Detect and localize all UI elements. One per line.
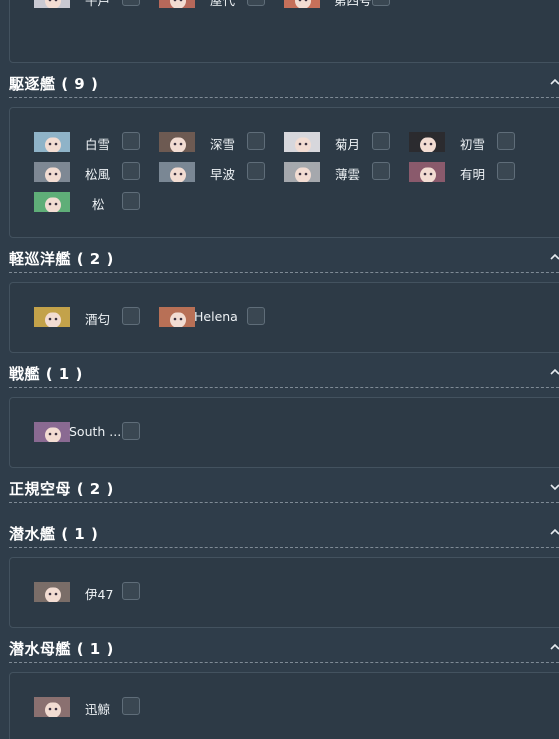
ship-avatar [284, 0, 320, 8]
chevron-down-icon[interactable] [549, 481, 559, 493]
ship-name: 伊47 [85, 587, 114, 602]
ship-name: 酒匂 [85, 312, 111, 327]
ship-item: 白雪 [34, 132, 159, 152]
chevron-up-icon[interactable] [549, 251, 559, 263]
ship-panel: 酒匂 Helena [9, 282, 559, 353]
ship-name: 迅鯨 [85, 702, 111, 717]
ship-avatar [409, 162, 445, 182]
section-title: 駆逐艦 ( 9 ) [9, 75, 99, 93]
ship-name: 有明 [460, 167, 486, 182]
ship-item: 迅鯨 [34, 697, 159, 717]
ship-avatar [34, 582, 70, 602]
chevron-up-icon[interactable] [549, 641, 559, 653]
chevron-up-icon[interactable] [549, 76, 559, 88]
ship-avatar [409, 132, 445, 152]
ship-checkbox[interactable] [247, 162, 265, 180]
ship-panel: South ... [9, 397, 559, 468]
section-header[interactable]: 駆逐艦 ( 9 ) [9, 70, 559, 98]
section-header[interactable]: 軽巡洋艦 ( 2 ) [9, 245, 559, 273]
ship-name: 菊月 [335, 137, 361, 152]
ship-checkbox[interactable] [122, 697, 140, 715]
ship-item: 屋代 [159, 0, 284, 8]
ship-item: 松 [34, 192, 159, 212]
ship-checkbox[interactable] [122, 0, 140, 6]
section-header[interactable]: 戦艦 ( 1 ) [9, 360, 559, 388]
ship-name: 白雪 [85, 137, 111, 152]
ship-checkbox[interactable] [247, 132, 265, 150]
ship-name: 松 [92, 197, 105, 212]
section-header[interactable]: 正規空母 ( 2 ) [9, 475, 559, 503]
ship-name: Helena [194, 309, 238, 324]
ship-name: 屋代 [210, 0, 236, 8]
ship-avatar [159, 0, 195, 8]
ship-panel: 白雪 深雪 菊月 初雪松風 早波 薄雲 有明松 [9, 107, 559, 238]
ship-name: 初雪 [460, 137, 486, 152]
ship-checkbox[interactable] [247, 0, 265, 6]
ship-avatar [34, 162, 70, 182]
ship-panel: 伊47 [9, 557, 559, 628]
ship-checkbox[interactable] [122, 192, 140, 210]
ship-item: 松風 [34, 162, 159, 182]
section-title: 戦艦 ( 1 ) [9, 365, 83, 383]
ship-item: 初雪 [409, 132, 534, 152]
ship-avatar [159, 307, 195, 327]
ship-item: 第四号... [284, 0, 409, 8]
ship-name: 早波 [210, 167, 236, 182]
ship-avatar [284, 132, 320, 152]
section-title: 潜水艦 ( 1 ) [9, 525, 99, 543]
ship-checkbox[interactable] [122, 307, 140, 325]
ship-panel: 平戸 屋代 第四号... [9, 0, 559, 63]
ship-avatar [34, 132, 70, 152]
ship-avatar [284, 162, 320, 182]
ship-checkbox[interactable] [497, 132, 515, 150]
chevron-up-icon[interactable] [549, 366, 559, 378]
ship-item: 深雪 [159, 132, 284, 152]
ship-checkbox[interactable] [122, 422, 140, 440]
ship-checkbox[interactable] [122, 582, 140, 600]
ship-checkbox[interactable] [122, 162, 140, 180]
ship-filter-page: 平戸 屋代 第四号... 駆逐艦 ( 9 ) 白雪 深雪 菊月 初雪松風 早波 薄雲 有明松軽巡洋艦… [0, 0, 559, 739]
ship-name: 平戸 [85, 0, 111, 8]
ship-checkbox[interactable] [122, 132, 140, 150]
section-title: 潜水母艦 ( 1 ) [9, 640, 114, 658]
ship-name: South ... [69, 424, 122, 439]
ship-item: South ... [34, 422, 159, 442]
ship-item: 菊月 [284, 132, 409, 152]
ship-avatar [34, 422, 70, 442]
ship-name: 松風 [85, 167, 111, 182]
ship-checkbox[interactable] [372, 162, 390, 180]
ship-avatar [34, 192, 70, 212]
ship-checkbox[interactable] [497, 162, 515, 180]
ship-panel: 迅鯨 [9, 672, 559, 739]
ship-item: 伊47 [34, 582, 159, 602]
ship-checkbox[interactable] [247, 307, 265, 325]
ship-item: Helena [159, 307, 284, 327]
chevron-up-icon[interactable] [549, 526, 559, 538]
ship-item: 平戸 [34, 0, 159, 8]
section-title: 軽巡洋艦 ( 2 ) [9, 250, 114, 268]
ship-avatar [34, 307, 70, 327]
ship-name: 薄雲 [335, 167, 361, 182]
section-header[interactable]: 潜水艦 ( 1 ) [9, 520, 559, 548]
ship-avatar [159, 162, 195, 182]
ship-item: 有明 [409, 162, 534, 182]
section-header[interactable]: 潜水母艦 ( 1 ) [9, 635, 559, 663]
section-title: 正規空母 ( 2 ) [9, 480, 114, 498]
ship-item: 薄雲 [284, 162, 409, 182]
ship-avatar [34, 0, 70, 8]
ship-item: 酒匂 [34, 307, 159, 327]
ship-checkbox[interactable] [372, 132, 390, 150]
ship-checkbox[interactable] [372, 0, 390, 6]
ship-item: 早波 [159, 162, 284, 182]
ship-avatar [159, 132, 195, 152]
ship-name: 深雪 [210, 137, 236, 152]
ship-avatar [34, 697, 70, 717]
